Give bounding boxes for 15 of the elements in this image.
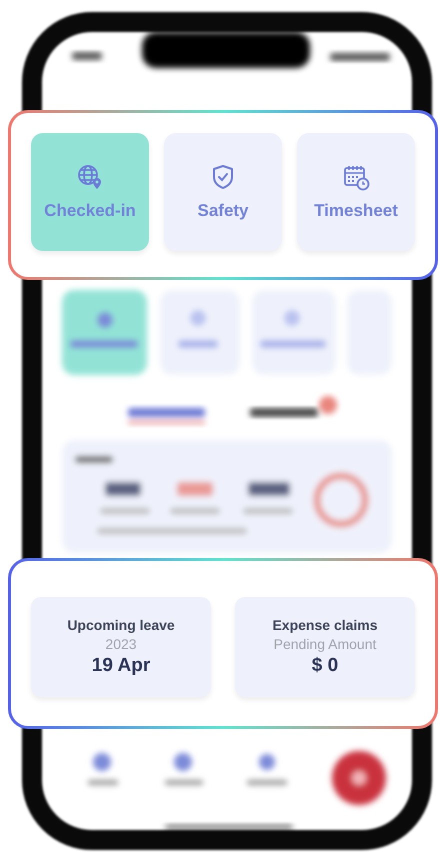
shortcut-tile[interactable]: Timesheet — [297, 133, 415, 251]
blurred-nav-item — [88, 753, 118, 785]
card-title: Upcoming leave — [67, 617, 175, 633]
card-subtitle: Pending Amount — [274, 636, 376, 652]
calendar-clock-icon — [342, 163, 370, 191]
card-title: Expense claims — [272, 617, 378, 633]
card-subtitle: 2023 — [105, 636, 137, 652]
notification-badge — [319, 396, 337, 414]
shortcut-tile[interactable]: Checked-in — [31, 133, 149, 251]
blurred-nav-item — [247, 754, 287, 785]
blurred-nav-item — [165, 753, 203, 785]
shortcut-tile[interactable]: Safety — [164, 133, 282, 251]
card-value: $ 0 — [312, 655, 338, 677]
card-value: 19 Apr — [92, 655, 150, 677]
globe-pin-icon — [76, 163, 104, 191]
